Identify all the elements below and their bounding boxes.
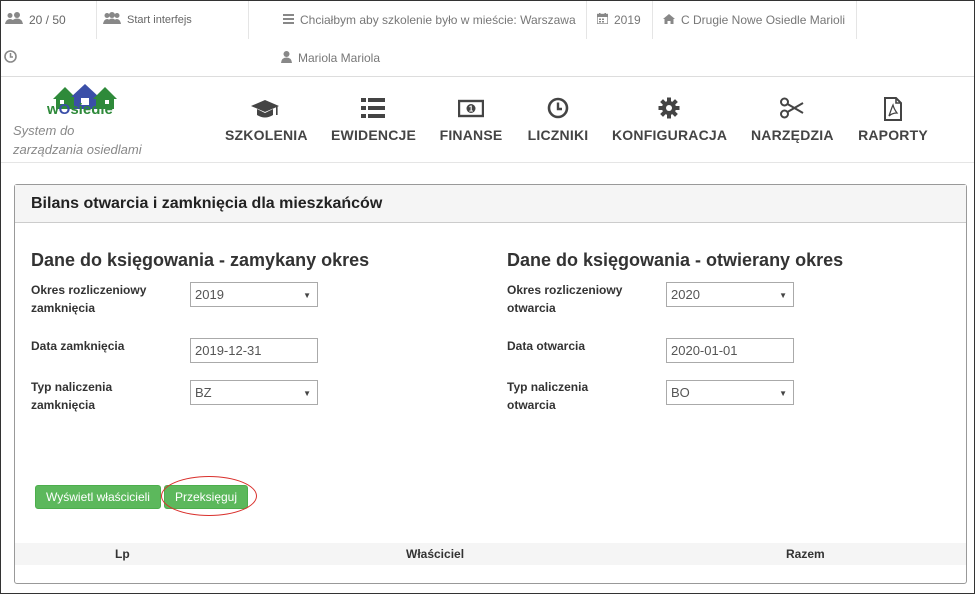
nav-finanse[interactable]: 1 FINANSE [439, 97, 503, 143]
column-header-total: Razem [786, 547, 825, 561]
estate-selector[interactable]: C Drugie Nowe Osiedle Marioli [653, 1, 857, 39]
closing-type-value: BZ [195, 385, 212, 400]
panel-title: Bilans otwarcia i zamknięcia dla mieszka… [31, 194, 383, 212]
gear-icon [612, 97, 726, 123]
column-header-owner: Właściciel [406, 547, 465, 561]
user-menu[interactable]: Mariola Mariola [249, 39, 587, 77]
estate-name: C Drugie Nowe Osiedle Marioli [681, 13, 846, 27]
chevron-down-icon: ▼ [303, 389, 311, 398]
closing-date-input[interactable]: 2019-12-31 [190, 338, 318, 363]
user-icon [281, 50, 292, 66]
panel-header: Bilans otwarcia i zamknięcia dla mieszka… [15, 185, 966, 223]
nav-label: NARZĘDZIA [751, 127, 834, 143]
users-counter[interactable]: 20 / 50 [1, 1, 97, 39]
opening-date-value: 2020-01-01 [671, 343, 738, 358]
top-info-bar: 20 / 50 Start interfejs Chciałbym aby sz… [1, 1, 974, 77]
chevron-down-icon: ▼ [779, 291, 787, 300]
closing-type-label: Typ naliczenia zamknięcia [31, 378, 112, 414]
main-header: wOsiedle System do zarządzania osiedlami… [1, 77, 974, 163]
year-selector[interactable]: 2019 [587, 1, 653, 39]
nav-label: EWIDENCJE [331, 127, 417, 143]
users-group-icon [103, 12, 121, 28]
opening-type-label: Typ naliczenia otwarcia [507, 378, 588, 414]
money-icon: 1 [439, 97, 503, 123]
start-interface-link[interactable]: Start interfejs [97, 1, 249, 39]
start-label: Start interfejs [127, 14, 192, 26]
tagline-line1: System do [13, 123, 75, 138]
clock-button[interactable] [1, 39, 249, 77]
menu-lines-icon [283, 13, 294, 27]
closing-type-select[interactable]: BZ ▼ [190, 380, 318, 405]
closing-period-label: Okres rozliczeniowy zamknięcia [31, 281, 146, 317]
closing-date-value: 2019-12-31 [195, 343, 262, 358]
highlight-ellipse [161, 476, 257, 516]
nav-raporty[interactable]: RAPORTY [857, 97, 929, 143]
user-name: Mariola Mariola [298, 51, 381, 65]
closing-type-label-line2: zamknięcia [31, 398, 96, 412]
tagline: System do zarządzania osiedlami [13, 121, 142, 159]
balance-panel: Bilans otwarcia i zamknięcia dla mieszka… [14, 184, 967, 584]
closing-period-value: 2019 [195, 287, 224, 302]
closing-section-title: Dane do księgowania - zamykany okres [31, 250, 370, 270]
opening-period-select[interactable]: 2020 ▼ [666, 282, 794, 307]
training-wish-link[interactable]: Chciałbym aby szkolenie było w mieście: … [249, 1, 587, 39]
clock-icon [527, 97, 589, 123]
nav-konfiguracja[interactable]: KONFIGURACJA [612, 97, 728, 143]
pdf-file-icon [857, 97, 929, 123]
closing-period-label-line2: zamknięcia [31, 301, 96, 315]
clock-icon [4, 50, 17, 66]
opening-period-value: 2020 [671, 287, 700, 302]
logo-o: O [58, 101, 71, 118]
show-owners-button[interactable]: Wyświetl właścicieli [35, 485, 161, 509]
calendar-icon [596, 13, 609, 27]
nav-ewidencje[interactable]: EWIDENCJE [331, 97, 417, 143]
nav-narzedzia[interactable]: NARZĘDZIA [751, 97, 833, 143]
opening-date-label: Data otwarcia [507, 339, 586, 353]
closing-period-select[interactable]: 2019 ▼ [190, 282, 318, 307]
opening-type-label-line2: otwarcia [507, 398, 556, 412]
logo-rest: siedle [70, 101, 113, 118]
list-icon [331, 97, 415, 123]
closing-period-label-line1: Okres rozliczeniowy [31, 283, 147, 297]
nav-szkolenia[interactable]: SZKOLENIA [225, 97, 308, 143]
users-count: 20 / 50 [29, 13, 66, 27]
opening-period-label: Okres rozliczeniowy otwarcia [507, 281, 622, 317]
year-value: 2019 [614, 13, 641, 27]
graduation-cap-icon [225, 97, 305, 123]
nav-label: LICZNIKI [527, 127, 589, 143]
opening-type-select[interactable]: BO ▼ [666, 380, 794, 405]
closing-type-label-line1: Typ naliczenia [31, 380, 113, 394]
chevron-down-icon: ▼ [303, 291, 311, 300]
nav-label: SZKOLENIA [225, 127, 308, 143]
tagline-line2: zarządzania osiedlami [13, 142, 142, 157]
column-header-lp: Lp [115, 547, 130, 561]
nav-label: RAPORTY [858, 127, 928, 143]
closing-date-label: Data zamknięcia [31, 339, 125, 353]
chevron-down-icon: ▼ [779, 389, 787, 398]
wish-text: Chciałbym aby szkolenie było w mieście: … [300, 13, 576, 27]
opening-period-label-line1: Okres rozliczeniowy [507, 283, 623, 297]
opening-type-value: BO [671, 385, 690, 400]
nav-liczniki[interactable]: LICZNIKI [527, 97, 589, 143]
scissors-icon [751, 97, 833, 123]
opening-period-label-line2: otwarcia [507, 301, 556, 315]
owners-table-header: Lp Właściciel Razem [15, 543, 966, 565]
users-icon [5, 12, 23, 28]
logo-text[interactable]: wOsiedle [47, 101, 113, 118]
home-icon [663, 13, 675, 27]
opening-section-title: Dane do księgowania - otwierany okres [507, 250, 844, 270]
nav-label: FINANSE [439, 127, 503, 143]
logo-w: w [47, 101, 59, 118]
svg-text:1: 1 [469, 105, 474, 114]
opening-date-input[interactable]: 2020-01-01 [666, 338, 794, 363]
opening-type-label-line1: Typ naliczenia [507, 380, 589, 394]
nav-label: KONFIGURACJA [612, 127, 728, 143]
